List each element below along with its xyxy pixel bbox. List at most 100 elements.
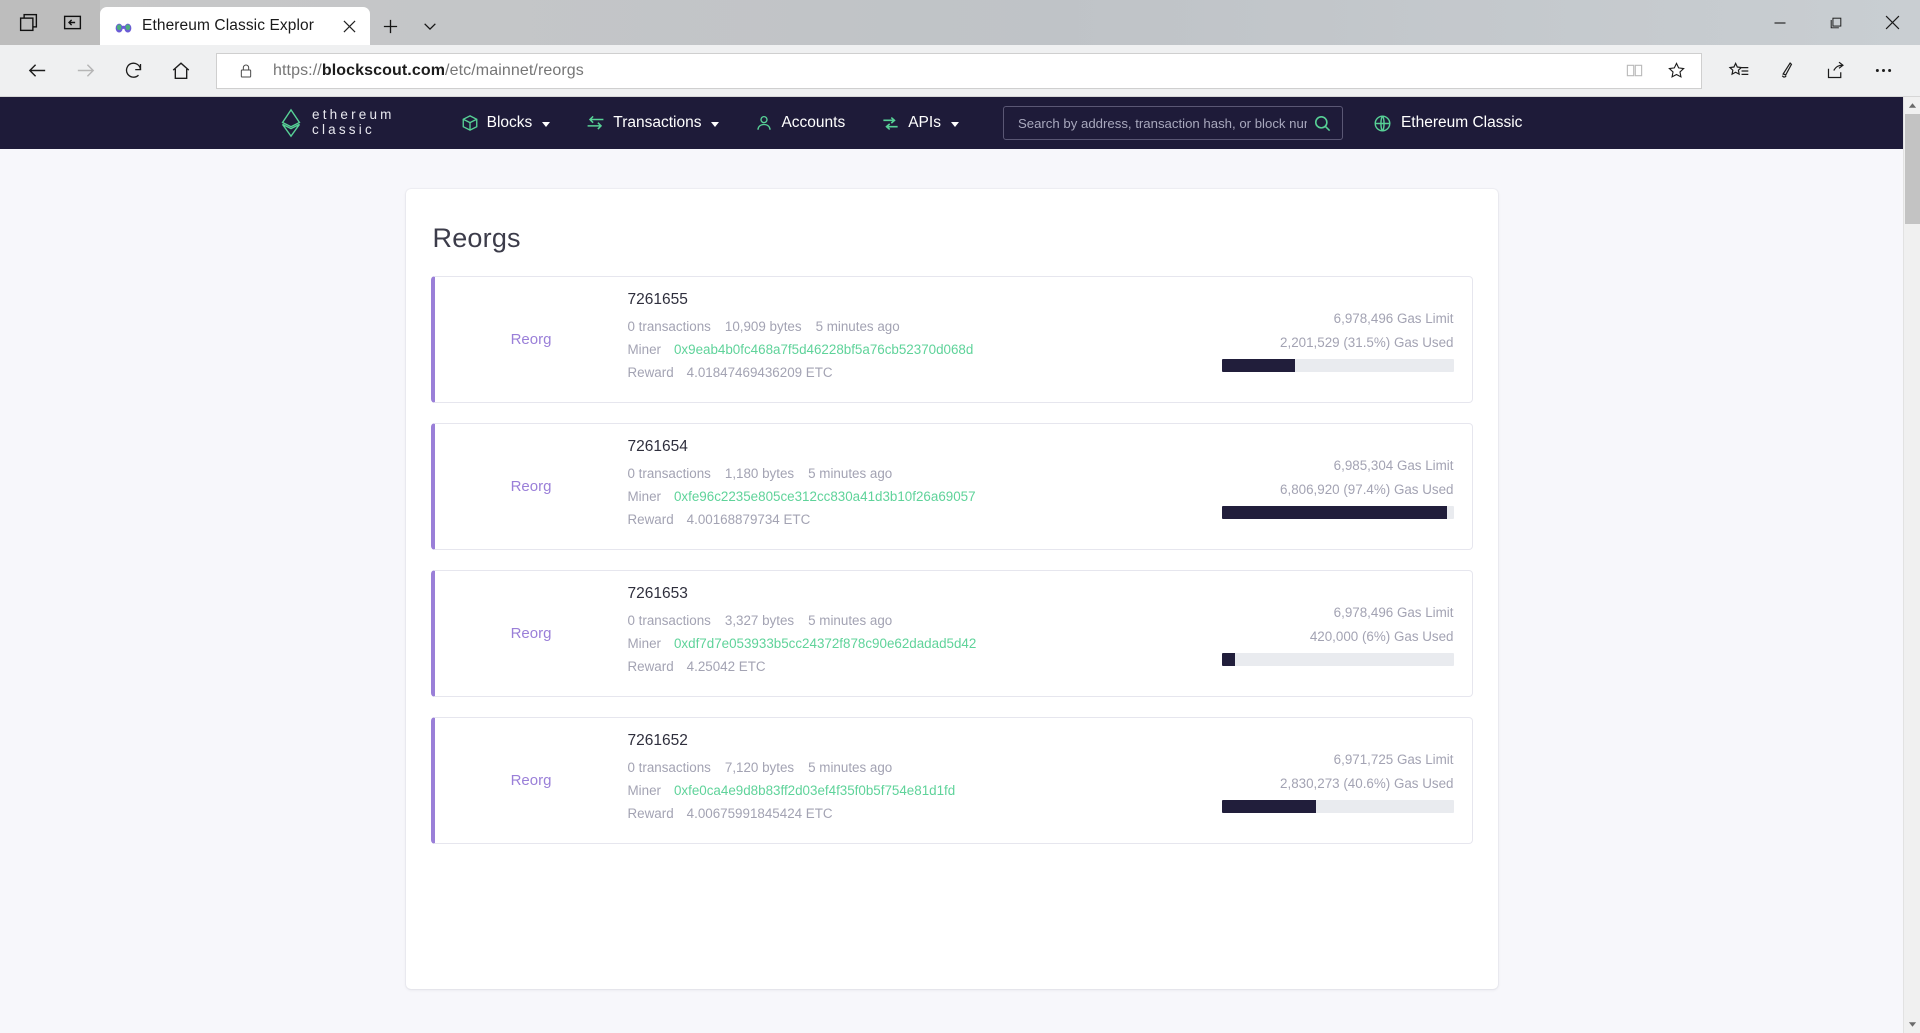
cube-icon: [461, 114, 479, 132]
more-options-icon[interactable]: [1860, 51, 1906, 91]
gas-limit-value: 6,978,496 Gas Limit: [1333, 311, 1454, 326]
miner-address-link[interactable]: 0xfe0ca4e9d8b83ff2d03ef4f35f0b5f754e81d1…: [674, 783, 955, 798]
browser-tab[interactable]: Ethereum Classic Explor: [100, 7, 370, 45]
block-age: 5 minutes ago: [808, 466, 893, 481]
tab-dropdown-icon[interactable]: [410, 7, 450, 45]
site-navbar: ethereum classic Blocks Transactions Acc…: [0, 97, 1903, 149]
gas-used-value: 2,201,529 (31.5%) Gas Used: [1280, 335, 1454, 350]
block-age: 5 minutes ago: [808, 760, 893, 775]
block-size: 1,180 bytes: [724, 466, 795, 481]
block-size: 7,120 bytes: [724, 760, 795, 775]
miner-address-link[interactable]: 0x9eab4b0fc468a7f5d46228bf5a76cb52370d06…: [674, 342, 973, 357]
nav-label-apis: APIs: [908, 114, 941, 131]
tab-preview-icon[interactable]: [6, 4, 50, 42]
reward-value: 4.00675991845424 ETC: [686, 806, 833, 821]
brand-text: ethereum classic: [312, 108, 395, 137]
tab-title: Ethereum Classic Explor: [142, 17, 314, 34]
share-icon[interactable]: [1812, 51, 1858, 91]
reorg-tile-body: 7261653 0 transactions 3,327 bytes 5 minute…: [628, 585, 1472, 682]
minimize-button[interactable]: [1752, 0, 1808, 45]
network-selector[interactable]: Ethereum Classic: [1373, 114, 1531, 133]
reward-value: 4.25042 ETC: [686, 659, 766, 674]
reorg-tile[interactable]: Reorg 7261654 0 transactions 1,180 bytes 5 m…: [430, 423, 1473, 550]
page-scrollbar[interactable]: [1903, 97, 1920, 1033]
reorg-badge[interactable]: Reorg: [435, 625, 628, 642]
forward-button[interactable]: [62, 51, 108, 91]
nav-item-apis[interactable]: APIs: [863, 97, 977, 149]
browser-titlebar: Ethereum Classic Explor: [0, 0, 1920, 45]
gas-used-progress-bar: [1221, 359, 1454, 372]
reorg-tile[interactable]: Reorg 7261652 0 transactions 7,120 bytes 5 m…: [430, 717, 1473, 844]
miner-row: Miner 0xdf7d7e053933b5cc24372f878c90e62da…: [628, 636, 1124, 651]
site-brand[interactable]: ethereum classic: [280, 108, 395, 138]
miner-row: Miner 0x9eab4b0fc468a7f5d46228bf5a76cb523…: [628, 342, 1124, 357]
web-page: ethereum classic Blocks Transactions Acc…: [0, 97, 1903, 1033]
tab-close-icon[interactable]: [336, 13, 362, 39]
new-tab-button[interactable]: [370, 7, 410, 45]
scrollbar-thumb[interactable]: [1905, 114, 1920, 224]
page-title: Reorgs: [432, 223, 521, 253]
block-number-link[interactable]: 7261652: [628, 732, 1124, 750]
nav-item-blocks[interactable]: Blocks: [443, 97, 569, 149]
reorg-tile[interactable]: Reorg 7261653 0 transactions 3,327 bytes 5 m…: [430, 570, 1473, 697]
gas-used-progress-fill: [1221, 359, 1295, 372]
content-area: Reorgs Reorg 7261655 0 transactions 10,909 …: [0, 149, 1903, 989]
reorg-tile[interactable]: Reorg 7261655 0 transactions 10,909 bytes 5 …: [430, 276, 1473, 403]
window-controls: [1752, 0, 1920, 45]
ethereum-classic-logo: [281, 108, 301, 138]
reorg-badge[interactable]: Reorg: [435, 478, 628, 495]
block-age: 5 minutes ago: [808, 613, 893, 628]
chevron-down-icon: [950, 121, 959, 127]
globe-icon: [1373, 114, 1392, 133]
gas-info: 6,971,725 Gas Limit 2,830,273 (40.6%) Gas…: [1124, 732, 1454, 829]
hub-favorites-icon[interactable]: [1716, 51, 1762, 91]
nav-item-transactions[interactable]: Transactions: [568, 97, 737, 149]
back-button[interactable]: [14, 51, 60, 91]
reading-view-icon[interactable]: [1619, 56, 1649, 86]
miner-label: Miner: [627, 783, 661, 798]
block-number-link[interactable]: 7261655: [628, 291, 1124, 309]
miner-address-link[interactable]: 0xfe96c2235e805ce312cc830a41d3b10f26a690…: [674, 489, 976, 504]
reward-label: Reward: [627, 512, 674, 527]
transactions-count: 0 transactions: [627, 319, 711, 334]
refresh-button[interactable]: [110, 51, 156, 91]
sliders-icon: [881, 114, 900, 133]
gas-used-value: 6,806,920 (97.4%) Gas Used: [1280, 482, 1454, 497]
reorg-tile-body: 7261654 0 transactions 1,180 bytes 5 minute…: [628, 438, 1472, 535]
gas-info: 6,978,496 Gas Limit 420,000 (6%) Gas Used: [1124, 585, 1454, 682]
gas-limit-value: 6,985,304 Gas Limit: [1333, 458, 1454, 473]
favorite-star-icon[interactable]: [1661, 56, 1691, 86]
reorg-info: 7261655 0 transactions 10,909 bytes 5 minut…: [628, 291, 1124, 388]
miner-label: Miner: [627, 342, 661, 357]
reorg-info: 7261652 0 transactions 7,120 bytes 5 minute…: [628, 732, 1124, 829]
gas-limit-value: 6,971,725 Gas Limit: [1333, 752, 1454, 767]
scroll-up-arrow-icon[interactable]: [1904, 97, 1920, 114]
gas-used-progress-fill: [1221, 800, 1316, 813]
miner-address-link[interactable]: 0xdf7d7e053933b5cc24372f878c90e62dadad5d…: [674, 636, 976, 651]
maximize-button[interactable]: [1808, 0, 1864, 45]
reorg-badge[interactable]: Reorg: [435, 331, 628, 348]
reward-label: Reward: [627, 365, 674, 380]
home-button[interactable]: [158, 51, 204, 91]
search-icon[interactable]: [1307, 114, 1332, 133]
close-window-button[interactable]: [1864, 0, 1920, 45]
block-number-link[interactable]: 7261654: [628, 438, 1124, 456]
block-number-link[interactable]: 7261653: [628, 585, 1124, 603]
notes-pen-icon[interactable]: [1764, 51, 1810, 91]
binoculars-favicon: [115, 23, 132, 33]
gas-used-progress-fill: [1221, 506, 1448, 519]
reorg-badge[interactable]: Reorg: [435, 772, 628, 789]
lock-icon: [231, 56, 261, 86]
address-bar[interactable]: https://blockscout.com/etc/mainnet/reorg…: [216, 52, 1702, 89]
scroll-down-arrow-icon[interactable]: [1904, 1016, 1920, 1033]
gas-used-progress-fill: [1221, 653, 1236, 666]
transactions-count: 0 transactions: [627, 466, 711, 481]
nav-item-accounts[interactable]: Accounts: [737, 97, 863, 149]
set-aside-tabs-icon[interactable]: [50, 4, 94, 42]
block-age: 5 minutes ago: [815, 319, 900, 334]
search-input[interactable]: [1017, 115, 1307, 131]
gas-limit-value: 6,978,496 Gas Limit: [1333, 605, 1454, 620]
nav-label-accounts: Accounts: [781, 114, 846, 131]
browser-toolbar: https://blockscout.com/etc/mainnet/reorg…: [0, 45, 1920, 97]
search-box[interactable]: [1002, 106, 1343, 140]
